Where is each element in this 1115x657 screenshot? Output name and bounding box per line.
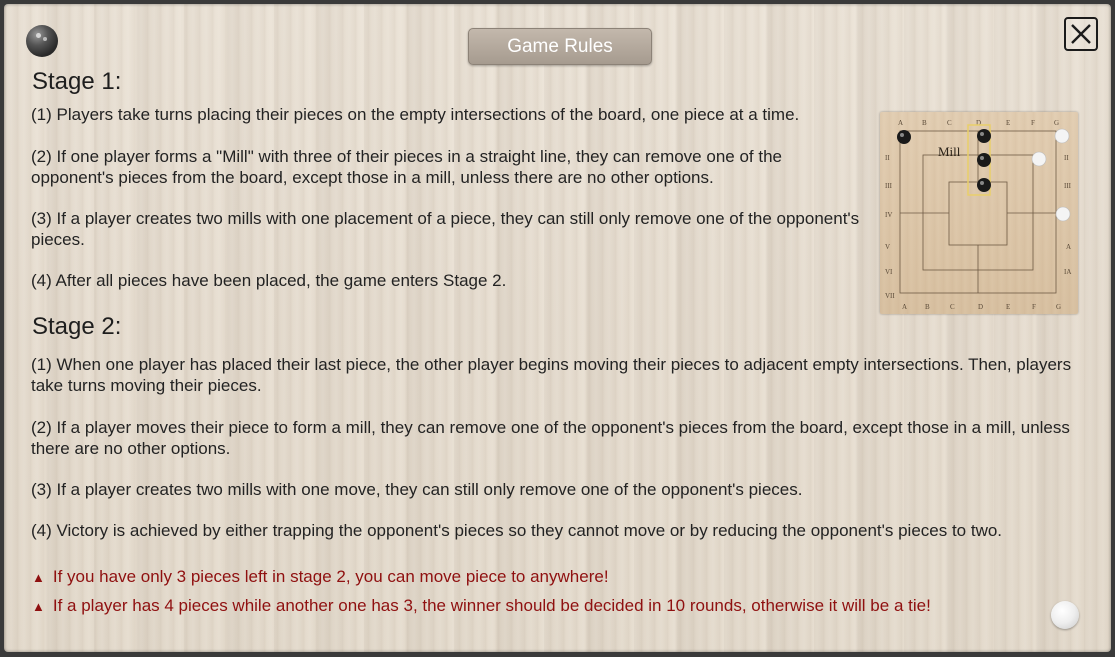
svg-text:A: A: [902, 303, 907, 311]
stage2-rule-2: (2) If a player moves their piece to for…: [31, 418, 1070, 458]
svg-text:II: II: [1064, 154, 1069, 162]
row-label-ii: II: [885, 154, 890, 162]
warning-2: ▲ If a player has 4 pieces while another …: [32, 595, 931, 617]
stage2-rule-4: (4) Victory is achieved by either trappi…: [31, 521, 1003, 540]
svg-text:F: F: [1032, 303, 1036, 311]
stage2-rule-3: (3) If a player creates two mills with o…: [31, 480, 803, 499]
row-label-v: V: [885, 243, 890, 251]
mill-label: Mill: [938, 144, 961, 159]
mill-example-board: A B C D E F G II III IV V VI VII II III …: [880, 112, 1078, 314]
svg-text:B: B: [925, 303, 930, 311]
stage2-title: Stage 2:: [32, 313, 122, 340]
svg-text:E: E: [1006, 303, 1010, 311]
row-label-vi: VI: [885, 268, 893, 276]
close-icon: [1071, 24, 1091, 44]
warning-2-text: If a player has 4 pieces while another o…: [52, 596, 931, 615]
rules-panel: Game Rules Stage 1: (1) Players take tur…: [4, 4, 1111, 652]
row-label-vii: VII: [885, 292, 895, 300]
col-label-c: C: [947, 119, 952, 127]
game-rules-title-button: Game Rules: [468, 28, 652, 65]
warning-triangle-icon: ▲: [32, 599, 45, 614]
col-label-f: F: [1031, 119, 1035, 127]
svg-text:A: A: [1066, 243, 1071, 251]
white-piece-icon: [1051, 601, 1079, 629]
col-label-a: A: [898, 119, 903, 127]
warning-1: ▲ If you have only 3 pieces left in stage…: [32, 566, 609, 588]
warning-triangle-icon: ▲: [32, 570, 45, 585]
col-label-e: E: [1006, 119, 1010, 127]
svg-text:III: III: [1064, 182, 1072, 190]
svg-text:IA: IA: [1064, 268, 1071, 276]
close-button[interactable]: [1064, 17, 1098, 51]
stage1-title: Stage 1:: [32, 68, 122, 95]
col-label-g: G: [1054, 119, 1059, 127]
col-label-b: B: [922, 119, 927, 127]
game-ball-icon: [26, 25, 58, 57]
stage1-rule-4: (4) After all pieces have been placed, t…: [31, 271, 507, 290]
board-diagram: A B C D E F G II III IV V VI VII II III …: [885, 119, 1072, 311]
svg-text:D: D: [978, 303, 983, 311]
svg-text:G: G: [1056, 303, 1061, 311]
stage1-rule-3: (3) If a player creates two mills with o…: [31, 209, 860, 249]
stage1-rule-1: (1) Players take turns placing their pie…: [31, 105, 800, 124]
svg-text:C: C: [950, 303, 955, 311]
row-label-iii: III: [885, 182, 893, 190]
stage1-rule-2: (2) If one player forms a "Mill" with th…: [31, 147, 782, 187]
row-label-iv: IV: [885, 211, 892, 219]
warning-1-text: If you have only 3 pieces left in stage …: [52, 567, 609, 586]
col-label-d: D: [976, 119, 981, 127]
stage2-rule-1: (1) When one player has placed their las…: [31, 355, 1072, 395]
